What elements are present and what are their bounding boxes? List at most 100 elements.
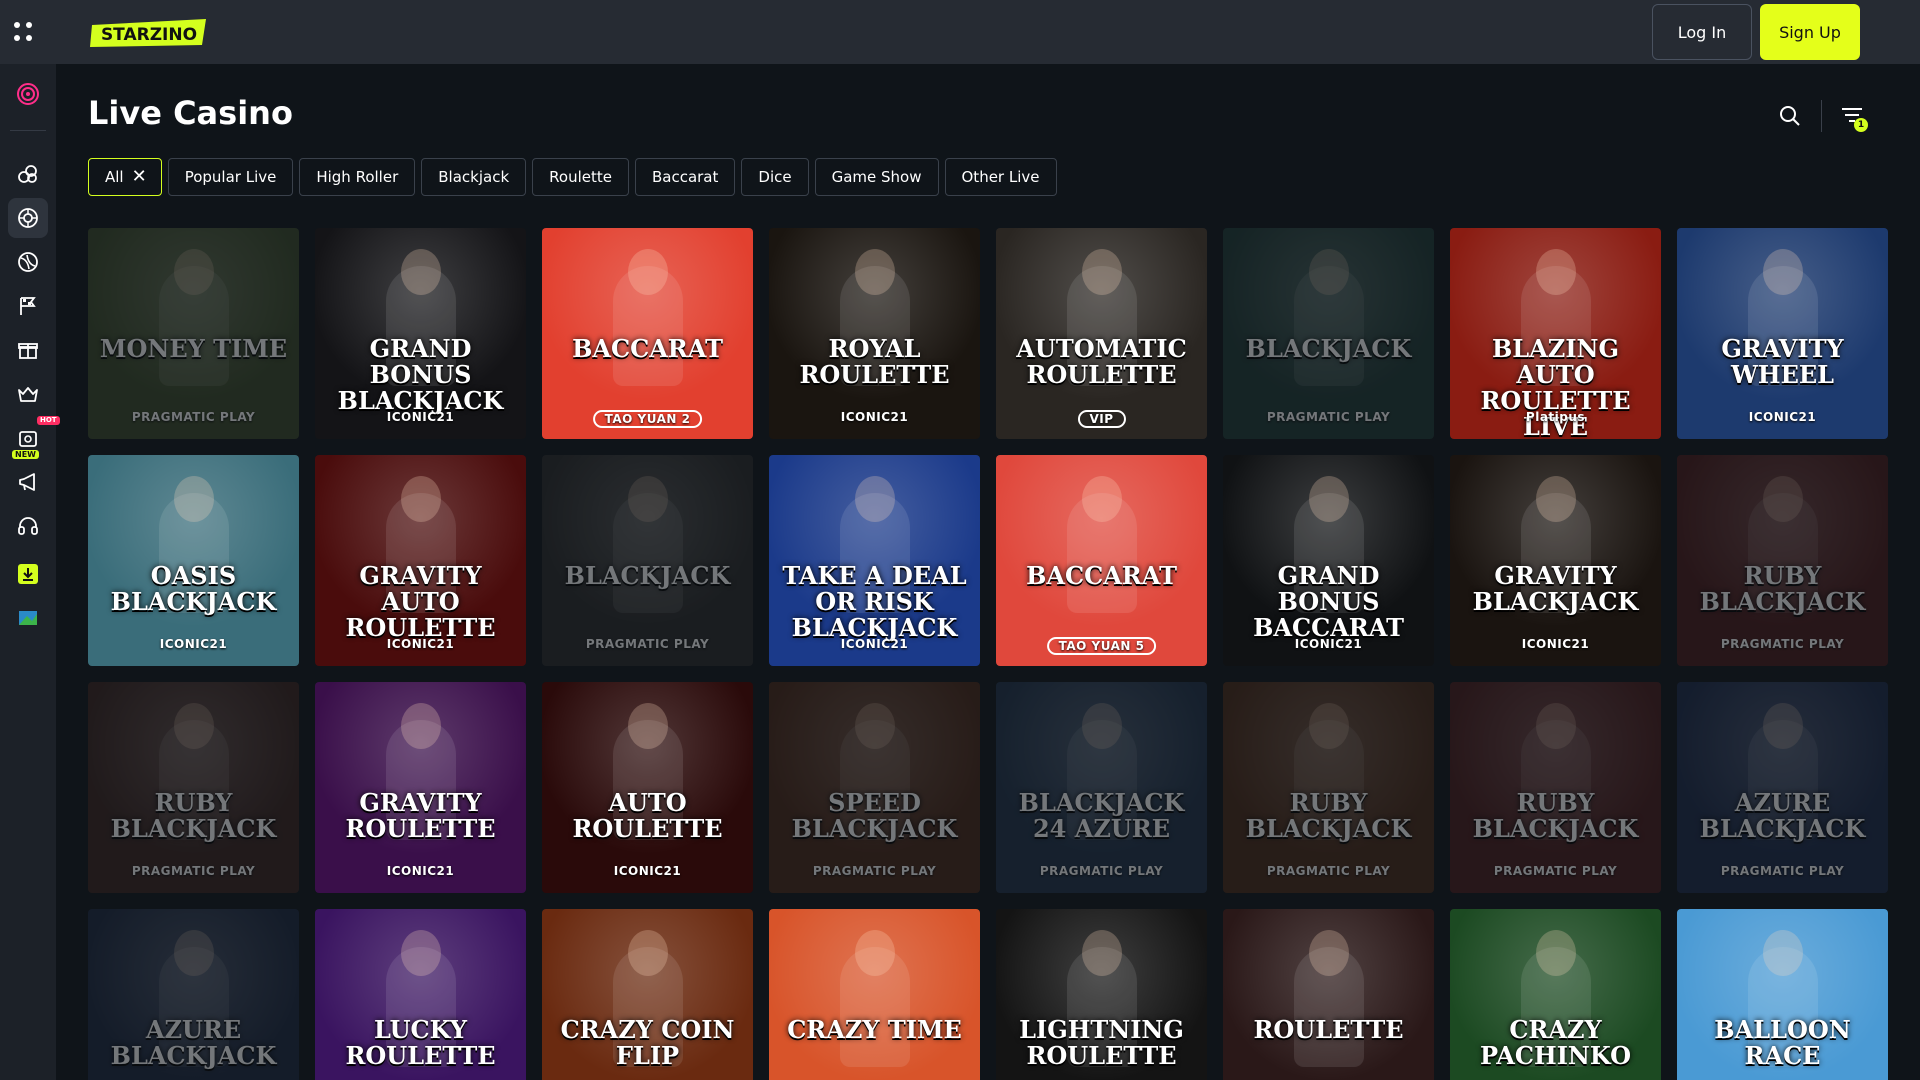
game-title: CRAZY PACHINKO [1480, 1015, 1631, 1070]
sidebar-item-dice[interactable] [8, 154, 48, 194]
game-tile[interactable]: AUTOMATIC ROULETTE VIP [996, 228, 1207, 439]
top-bar: STARZINO Log In Sign Up [0, 0, 1920, 64]
game-title: GRAND BONUS BACCARAT [1253, 561, 1404, 642]
game-provider-label: ICONIC21 [1521, 637, 1590, 651]
sidebar-item-sports[interactable] [8, 242, 48, 282]
dealer-head [1535, 249, 1576, 296]
search-icon[interactable] [1778, 104, 1802, 128]
game-tile[interactable]: Ruby BLACKJACK PRAGMATIC PLAY [88, 682, 299, 893]
race-flag-icon [20, 297, 36, 315]
filter-chip-other-live[interactable]: Other Live [944, 158, 1057, 196]
filter-chip-game-show[interactable]: Game Show [814, 158, 939, 196]
game-title: Azure BLACKJACK [110, 1015, 277, 1070]
game-tile[interactable]: Ruby BLACKJACK PRAGMATIC PLAY [1677, 455, 1888, 666]
sidebar-item-target[interactable] [8, 74, 48, 114]
dealer-head [1308, 476, 1349, 523]
game-tile[interactable]: BLACKJACK PRAGMATIC PLAY [1223, 228, 1434, 439]
filter-chip-blackjack[interactable]: Blackjack [421, 158, 527, 196]
game-title: GRAND BONUS BLACKJACK [337, 334, 504, 415]
game-tile[interactable]: MONEY TIME PRAGMATIC PLAY [88, 228, 299, 439]
game-tile[interactable]: Azure BLACKJACKPRAGMATIC PLAY [88, 909, 299, 1080]
game-provider-label: PRAGMATIC PLAY [131, 410, 256, 424]
game-title: GRAVITY AUTO ROULETTE [345, 561, 496, 642]
game-tile[interactable]: BLACKJACK PRAGMATIC PLAY [542, 455, 753, 666]
game-tile[interactable]: CRAZY COIN FLIP [542, 909, 753, 1080]
menu-grid-icon[interactable] [14, 22, 34, 42]
game-title: Oasis BLACKJACK [110, 561, 277, 616]
game-tile[interactable]: BALLOON RACE [1677, 909, 1888, 1080]
sidebar-item-support[interactable] [8, 506, 48, 546]
dealer-head [173, 930, 214, 977]
game-tile[interactable]: SPEED BLACKJACK PRAGMATIC PLAY [769, 682, 980, 893]
game-tile[interactable]: CRAZY TIME [769, 909, 980, 1080]
dealer-head [1535, 476, 1576, 523]
game-provider-label: VIP [1077, 410, 1126, 428]
game-provider-label: ICONIC21 [613, 864, 682, 878]
dealer-head [400, 930, 441, 977]
game-tile[interactable]: GRAND BONUS BACCARAT ICONIC21 [1223, 455, 1434, 666]
game-tile[interactable]: BACCARAT TAO YUAN 2 [542, 228, 753, 439]
game-tile[interactable]: GRAND BONUS BLACKJACK ICONIC21 [315, 228, 526, 439]
game-tile[interactable]: GRAVITY AUTO ROULETTE ICONIC21 [315, 455, 526, 666]
game-provider-label: Platipus [1525, 410, 1586, 424]
game-title: Ruby BLACKJACK [1245, 788, 1412, 843]
game-provider-label: PRAGMATIC PLAY [585, 637, 710, 651]
game-title: GRAVITY WHEEL [1721, 334, 1844, 389]
game-tile[interactable]: GRAVITY WHEEL ICONIC21 [1677, 228, 1888, 439]
filter-chip-baccarat[interactable]: Baccarat [634, 158, 736, 196]
dealer-head [400, 249, 441, 296]
signup-button[interactable]: Sign Up [1760, 4, 1860, 60]
dealer-head [1535, 703, 1576, 750]
sidebar-item-live-casino[interactable] [8, 198, 48, 238]
game-tile[interactable]: TAKE A DEAL OR RISK BLACKJACK ICONIC21 [769, 455, 980, 666]
sidebar-item-news[interactable]: NEW [8, 450, 48, 502]
game-tile[interactable]: BLACKJACK 24 AZURE PRAGMATIC PLAY [996, 682, 1207, 893]
dealer-head [400, 703, 441, 750]
sidebar-item-region[interactable] [8, 598, 48, 638]
game-title: Ruby BLACKJACK [110, 788, 277, 843]
game-tile[interactable]: GRAVITY BLACKJACK ICONIC21 [1450, 455, 1661, 666]
dealer-head [1762, 703, 1803, 750]
promo-box-icon [19, 431, 37, 447]
game-tile[interactable]: BACCARAT TAO YUAN 5 [996, 455, 1207, 666]
game-tile[interactable]: LIGHTNING ROULETTE [996, 909, 1207, 1080]
game-tile[interactable]: ROYAL ROULETTE ICONIC21 [769, 228, 980, 439]
game-tile[interactable]: GRAVITY ROULETTE ICONIC21 [315, 682, 526, 893]
new-badge: NEW [12, 450, 39, 459]
game-provider-label: PRAGMATIC PLAY [812, 864, 937, 878]
login-button[interactable]: Log In [1652, 4, 1752, 60]
games-grid: MONEY TIME PRAGMATIC PLAY GRAND BONUS BLAC… [88, 228, 1888, 1080]
game-tile[interactable]: Blazing Auto Roulette live Platipus [1450, 228, 1661, 439]
download-app-icon [18, 564, 38, 584]
game-tile[interactable]: Ruby BLACKJACK PRAGMATIC PLAY [1223, 682, 1434, 893]
game-tile[interactable]: Oasis BLACKJACK ICONIC21 [88, 455, 299, 666]
dealer-head [1535, 930, 1576, 977]
dealer-head [854, 476, 895, 523]
dealer-head [1762, 476, 1803, 523]
game-title: Ruby BLACKJACK [1699, 561, 1866, 616]
starzino-logo[interactable]: STARZINO [88, 15, 210, 51]
sidebar-item-gifts[interactable] [8, 330, 48, 370]
game-title: CRAZY TIME [787, 1015, 962, 1044]
close-icon[interactable]: ✕ [132, 168, 147, 186]
game-tile[interactable]: AUTO ROULETTE ICONIC21 [542, 682, 753, 893]
sidebar-item-vip[interactable] [8, 374, 48, 414]
filter-chip-dice[interactable]: Dice [741, 158, 809, 196]
sidebar-item-racing[interactable] [8, 286, 48, 326]
sidebar-item-download[interactable] [8, 554, 48, 594]
filter-chip-label: All [105, 168, 124, 186]
game-title: GRAVITY ROULETTE [345, 788, 496, 843]
game-tile[interactable]: Azure BLACKJACKPRAGMATIC PLAY [1677, 682, 1888, 893]
header-divider [1821, 100, 1822, 132]
filter-chip-popular-live[interactable]: Popular Live [167, 158, 294, 196]
filter-chip-all[interactable]: All ✕ [88, 158, 162, 196]
filter-chip-roulette[interactable]: Roulette [532, 158, 629, 196]
game-title: BACCARAT [1026, 561, 1177, 590]
category-filters: All ✕ Popular Live High Roller Blackjack… [88, 158, 1057, 196]
dealer-head [627, 249, 668, 296]
game-tile[interactable]: CRAZY PACHINKO [1450, 909, 1661, 1080]
game-tile[interactable]: LUCKY ROULETTE [315, 909, 526, 1080]
filter-chip-high-roller[interactable]: High Roller [299, 158, 416, 196]
game-tile[interactable]: Roulette [1223, 909, 1434, 1080]
game-tile[interactable]: Ruby BLACKJACK PRAGMATIC PLAY [1450, 682, 1661, 893]
